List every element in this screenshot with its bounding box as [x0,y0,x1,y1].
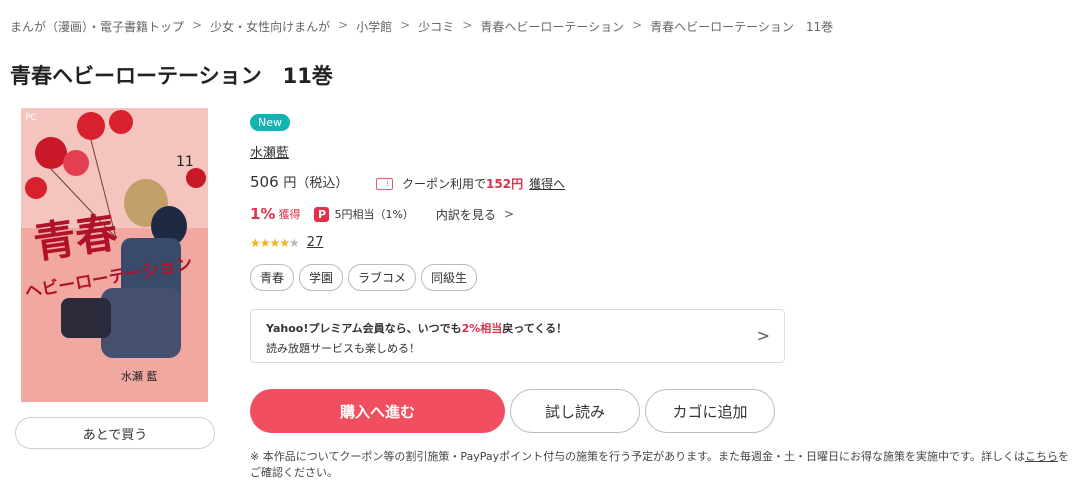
cover-author: 水瀬 藍 [121,369,158,383]
breadcrumb-separator: > [462,18,473,32]
promo-text-b: 戻ってくる！ [502,322,568,335]
cover-volume: 11 [176,154,194,170]
coupon-icon [376,177,393,190]
breadcrumb-item-series[interactable]: 青春ヘビーローテーション [480,18,624,35]
purchase-button[interactable]: 購入へ進む [250,389,505,433]
coupon-get-link[interactable]: 獲得へ [529,175,565,192]
campaign-note: ※ 本作品についてクーポン等の割引施策・PayPayポイント付与の施策を行う予定… [250,449,1075,481]
breadcrumb-item-shoujo[interactable]: 少女・女性向けまんが [210,18,330,35]
points-percent: 1% [250,205,276,223]
coupon-info: クーポン利用で 152円 獲得へ [376,175,565,192]
author-link[interactable]: 水瀬藍 [250,142,289,161]
tag-item[interactable]: ラブコメ [348,264,417,291]
chevron-right-icon: > [756,326,770,345]
points-equivalent: 5円相当（1%） [334,208,414,221]
tag-item[interactable]: 青春 [250,264,295,291]
tag-item[interactable]: 学園 [299,264,344,291]
yahoo-premium-promo[interactable]: Yahoo!プレミアム会員なら、いつでも2%相当戻ってくる！ 読み放題サービスも… [250,309,785,363]
breadcrumb-item-publisher[interactable]: 小学館 [356,18,392,35]
breadcrumb-item-current: 青春ヘビーローテーション 11巻 [650,20,834,34]
new-badge: New [250,114,290,131]
review-count-link[interactable]: 27 [307,235,324,250]
breadcrumb-item-magazine[interactable]: 少コミ [418,18,454,35]
breadcrumb-separator: > [338,18,349,32]
price: 506 円（税込） [250,172,348,191]
buy-later-button[interactable]: あとで買う [15,417,215,449]
book-cover-image[interactable]: 青春 ヘビーローテーション 11 PC 水瀬 藍 [21,108,208,402]
breadcrumb: まんが（漫画）・電子書籍トップ > 少女・女性向けまんが > 小学館 > 少コミ… [10,18,833,35]
breadcrumb-item-top[interactable]: まんが（漫画）・電子書籍トップ [10,18,184,35]
cover-label: PC [25,113,37,123]
promo-line1: Yahoo!プレミアム会員なら、いつでも2%相当戻ってくる！ [266,320,567,336]
promo-text-a: Yahoo!プレミアム会員なら、いつでも [266,322,462,335]
star-rating-icon: ★★★★★ [250,235,300,250]
page-title: 青春ヘビーローテーション 11巻 [10,64,333,88]
tag-list: 青春 学園 ラブコメ 同級生 [250,264,478,291]
points-breakdown-link[interactable]: 内訳を見る [436,206,496,223]
chevron-right-icon: > [503,207,514,221]
promo-line2: 読み放題サービスも楽しめる！ [266,342,420,355]
price-yen: 円（税込） [283,176,349,191]
rating: ★★★★★ 27 [250,235,323,250]
points-earn-label: 獲得 [278,208,301,221]
cover-art: 青春 ヘビーローテーション 11 PC 水瀬 藍 [21,108,208,402]
sample-read-button[interactable]: 試し読み [510,389,640,433]
tag-item[interactable]: 同級生 [421,264,478,291]
promo-highlight: 2%相当 [461,322,503,335]
add-to-cart-button[interactable]: カゴに追加 [645,389,775,433]
coupon-prefix: クーポン利用で [402,177,487,191]
breadcrumb-separator: > [400,18,411,32]
note-text-a: ※ 本作品についてクーポン等の割引施策・PayPayポイント付与の施策を行う予定… [250,450,1025,463]
coupon-amount: 152円 [486,177,524,191]
paypay-icon: P [314,206,330,222]
breadcrumb-separator: > [632,18,643,32]
price-amount: 506 [250,173,279,191]
note-link[interactable]: こちら [1025,450,1058,463]
points-info: 1% 獲得 P 5円相当（1%） 内訳を見る > [250,205,514,223]
breadcrumb-separator: > [192,18,203,32]
